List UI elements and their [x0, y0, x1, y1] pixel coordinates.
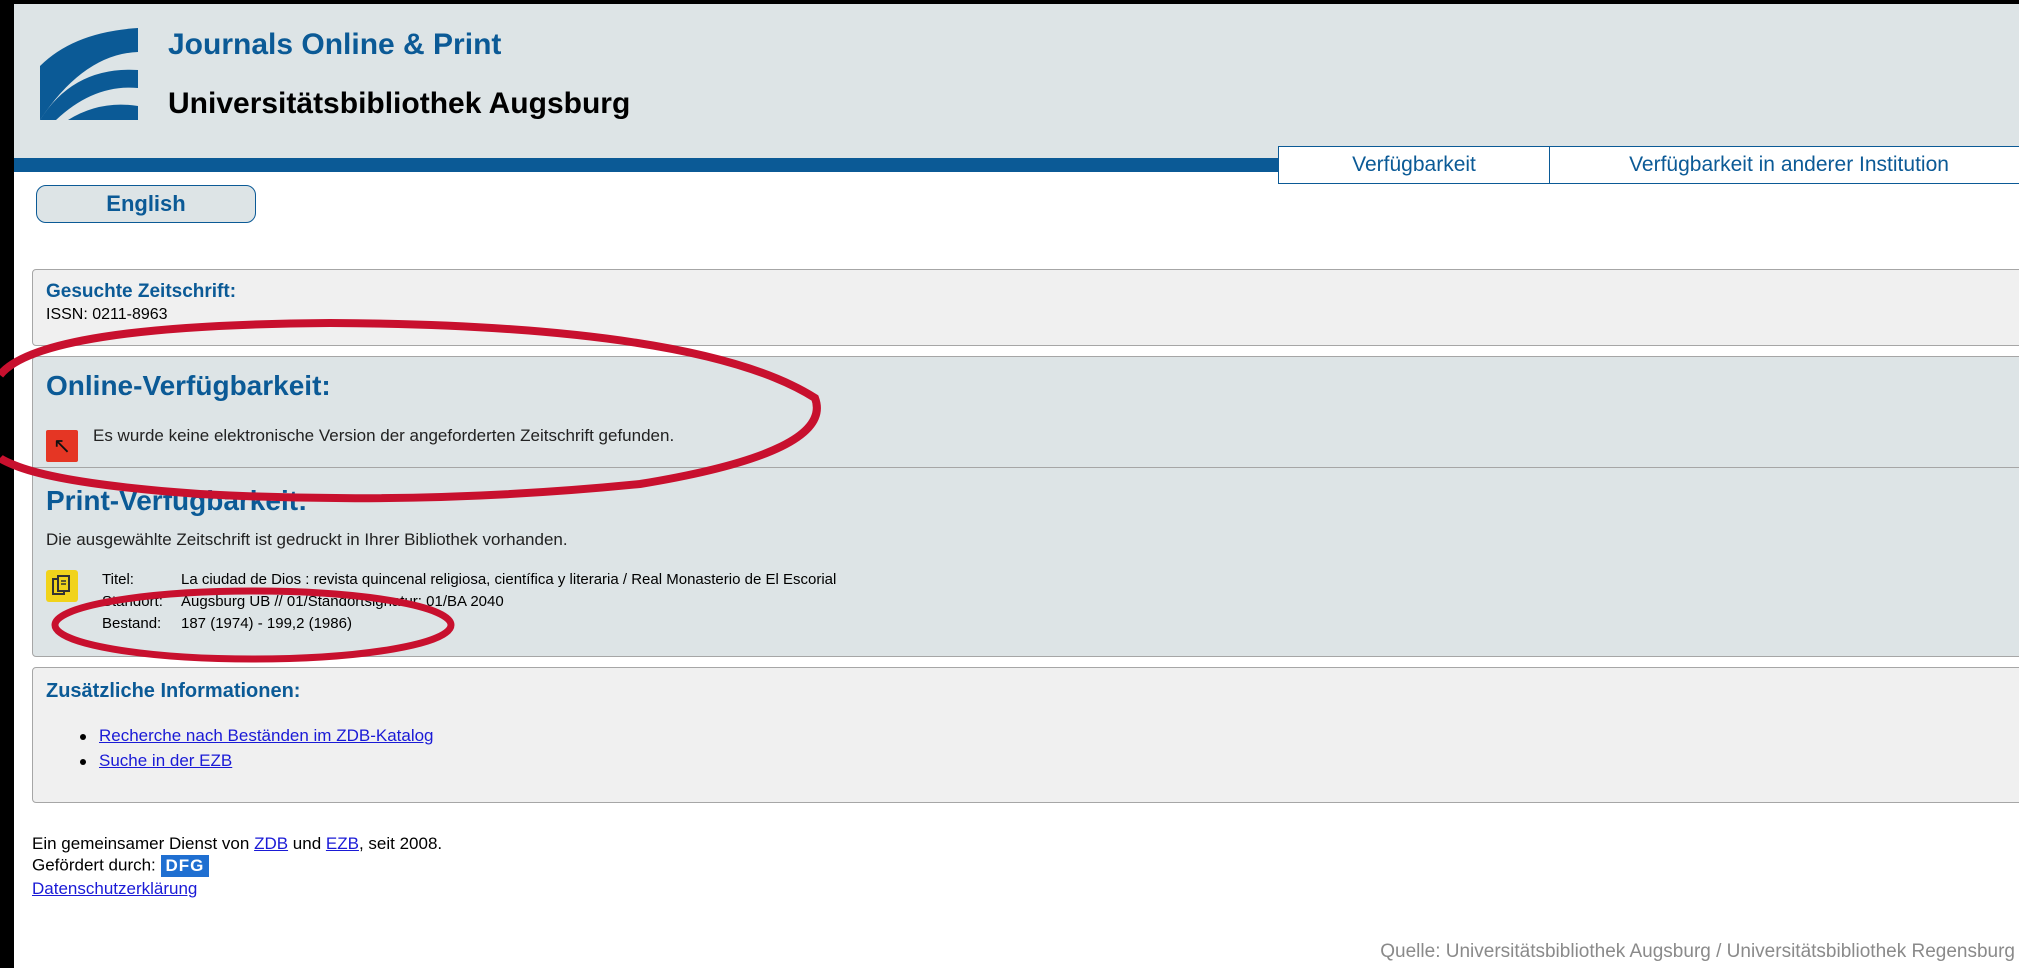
funded-by-label: Gefördert durch: [32, 855, 156, 875]
funding-note: Gefördert durch: DFG [32, 855, 210, 877]
online-heading: Online-Verfügbarkeit: [46, 370, 331, 401]
ezb-link[interactable]: EZB [326, 834, 359, 853]
source-credit: Quelle: Universitätsbibliothek Augsburg … [1380, 941, 2015, 962]
service-and: und [292, 834, 322, 853]
site-title: Journals Online & Print [168, 28, 502, 61]
document-icon [46, 570, 78, 602]
site-header: Journals Online & Print Universitätsbibl… [14, 4, 2019, 158]
issn-value: ISSN: 0211-8963 [46, 306, 168, 323]
print-holdings-label: Bestand: [102, 615, 162, 632]
list-bullet [80, 759, 86, 765]
print-title-value: La ciudad de Dios : revista quincenal re… [181, 571, 837, 588]
print-location-label: Standort: [102, 593, 163, 610]
print-location-value: Augsburg UB // 01/Standortsignatur: 01/B… [181, 593, 504, 610]
zdb-link[interactable]: ZDB [254, 834, 288, 853]
language-english-button[interactable]: English [36, 185, 256, 223]
print-heading: Print-Verfügbarkeit: [46, 485, 308, 516]
privacy-link[interactable]: Datenschutzerklärung [32, 879, 197, 899]
print-message: Die ausgewählte Zeitschrift ist gedruckt… [46, 530, 568, 549]
service-note: Ein gemeinsamer Dienst von ZDB und EZB, … [32, 834, 442, 854]
online-message: Es wurde keine elektronische Version der… [93, 426, 675, 445]
print-holdings-value: 187 (1974) - 199,2 (1986) [181, 615, 352, 632]
red-arrow-icon: ↖ [46, 430, 78, 462]
service-suffix: , seit 2008. [358, 834, 443, 853]
uba-logo-icon [40, 28, 138, 120]
availability-divider [32, 467, 2019, 468]
dfg-logo[interactable]: DFG [160, 855, 210, 877]
zdb-catalog-link[interactable]: Recherche nach Beständen im ZDB-Katalog [99, 726, 434, 746]
print-title-label: Titel: [102, 571, 134, 588]
tab-availability-other-institution[interactable]: Verfügbarkeit in anderer Institution [1549, 146, 2019, 184]
library-name: Universitätsbibliothek Augsburg [168, 87, 631, 120]
list-bullet [80, 734, 86, 740]
service-prefix: Ein gemeinsamer Dienst von [32, 834, 250, 853]
tab-availability[interactable]: Verfügbarkeit [1278, 146, 1550, 184]
search-info-box [32, 269, 2019, 346]
ezb-search-link[interactable]: Suche in der EZB [99, 751, 232, 771]
additional-info-heading: Zusätzliche Informationen: [46, 680, 301, 702]
search-heading: Gesuchte Zeitschrift: [46, 281, 237, 302]
